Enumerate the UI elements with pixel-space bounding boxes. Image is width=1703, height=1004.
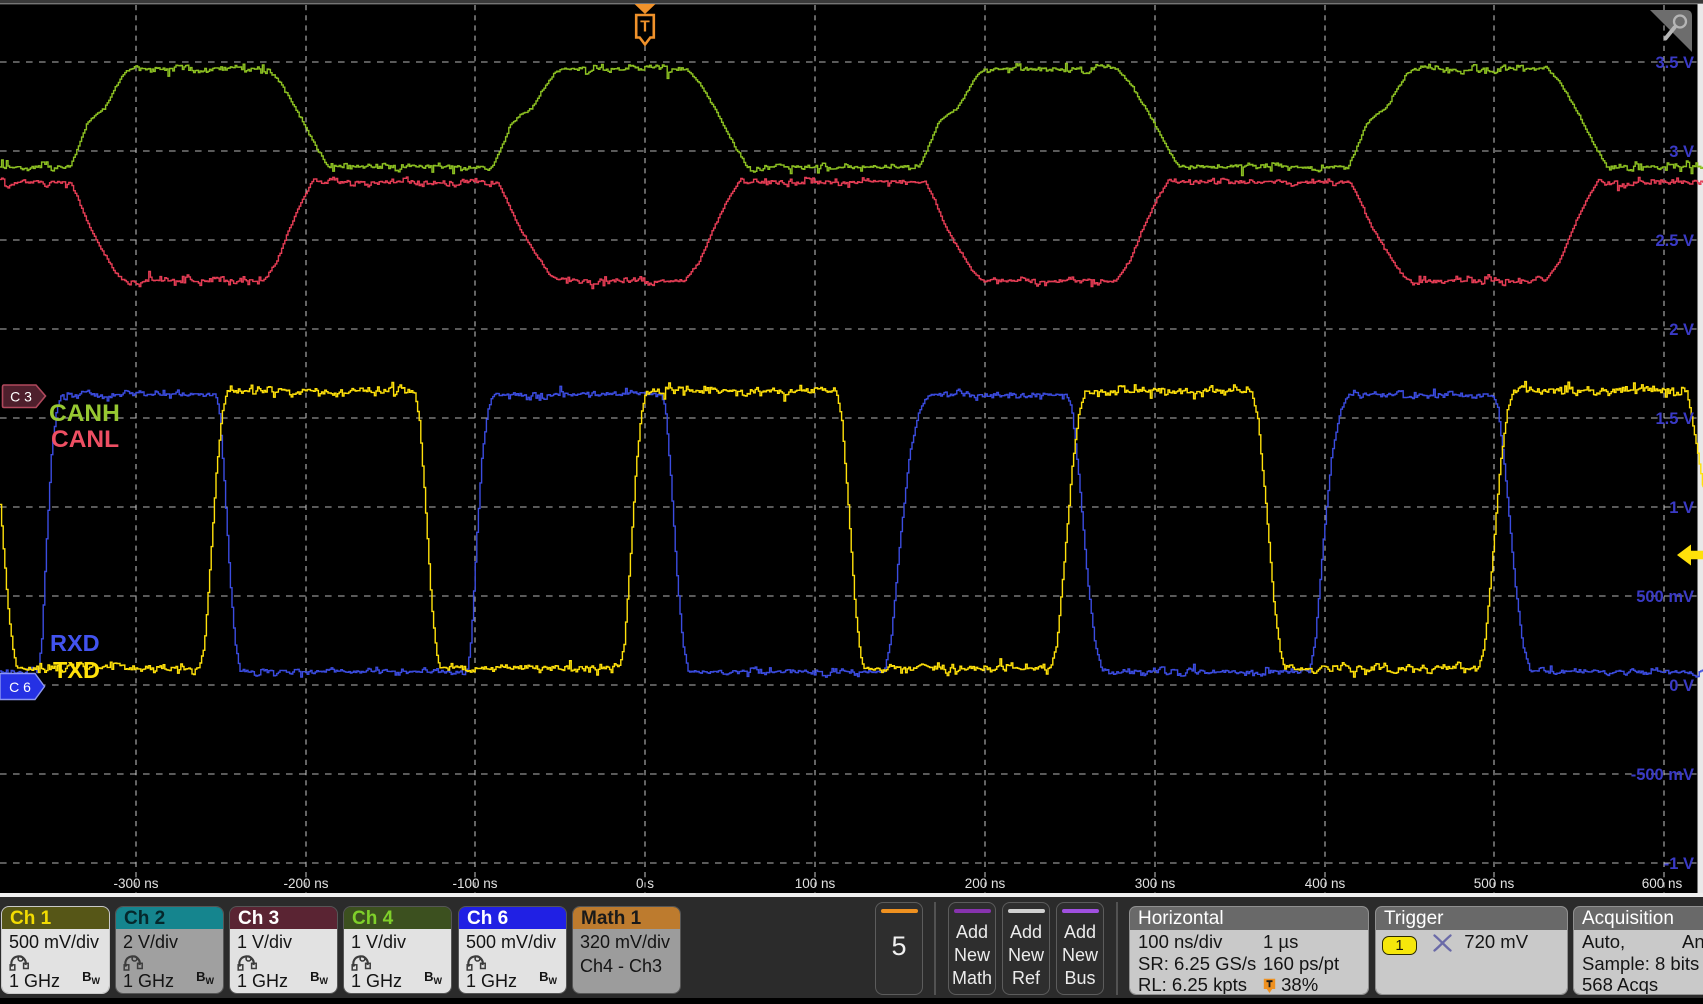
svg-text:500 mV: 500 mV — [1636, 588, 1694, 606]
svg-text:300 ns: 300 ns — [1135, 876, 1176, 891]
svg-text:-100 ns: -100 ns — [452, 876, 497, 891]
svg-text:500 ns: 500 ns — [1474, 876, 1515, 891]
svg-text:C 3: C 3 — [10, 389, 32, 405]
svg-text:C 6: C 6 — [9, 679, 31, 695]
svg-text:2.5 V: 2.5 V — [1655, 232, 1694, 250]
svg-text:400 ns: 400 ns — [1305, 876, 1346, 891]
svg-text:-500 mV: -500 mV — [1631, 766, 1694, 784]
svg-text:2 V: 2 V — [1669, 321, 1694, 339]
svg-text:-300 ns: -300 ns — [113, 876, 158, 891]
svg-text:RXD: RXD — [50, 630, 100, 656]
svg-text:CANL: CANL — [51, 426, 119, 453]
svg-text:100 ns: 100 ns — [795, 876, 836, 891]
svg-text:1 V: 1 V — [1669, 499, 1694, 517]
svg-text:3.5 V: 3.5 V — [1655, 54, 1694, 72]
svg-text:-200 ns: -200 ns — [283, 876, 328, 891]
svg-text:T: T — [640, 19, 650, 36]
svg-text:CANH: CANH — [49, 400, 120, 427]
svg-text:TXD: TXD — [53, 657, 100, 683]
svg-text:-1 V: -1 V — [1664, 855, 1694, 873]
svg-text:1.5 V: 1.5 V — [1655, 410, 1694, 428]
svg-text:0 V: 0 V — [1669, 677, 1694, 695]
svg-text:600 ns: 600 ns — [1642, 876, 1683, 891]
svg-text:200 ns: 200 ns — [965, 876, 1006, 891]
svg-text:0 s: 0 s — [636, 876, 654, 891]
svg-text:3 V: 3 V — [1669, 143, 1694, 161]
